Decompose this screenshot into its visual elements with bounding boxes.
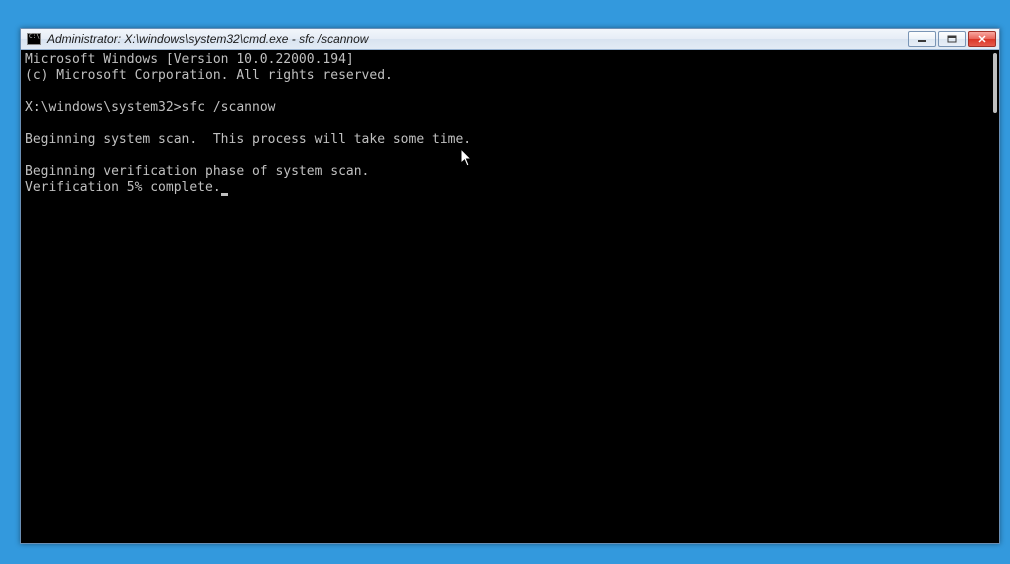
prompt: X:\windows\system32> [25,100,182,115]
progress-text: Verification 5% complete. [25,180,221,195]
console-output: Microsoft Windows [Version 10.0.22000.19… [21,50,999,198]
output-line: (c) Microsoft Corporation. All rights re… [25,68,393,83]
prompt-line: X:\windows\system32>sfc /scannow [25,100,275,115]
output-line: Microsoft Windows [Version 10.0.22000.19… [25,52,354,67]
close-button[interactable] [968,31,996,47]
maximize-button[interactable] [938,31,966,47]
cmd-icon [27,33,41,45]
command-prompt-window: Administrator: X:\windows\system32\cmd.e… [20,28,1000,544]
minimize-button[interactable] [908,31,936,47]
output-line: Verification 5% complete. [25,180,228,195]
window-controls [908,31,996,47]
output-line: Beginning system scan. This process will… [25,132,471,147]
text-cursor [221,193,228,196]
output-line: Beginning verification phase of system s… [25,164,369,179]
console-area[interactable]: Microsoft Windows [Version 10.0.22000.19… [21,50,999,543]
titlebar[interactable]: Administrator: X:\windows\system32\cmd.e… [21,29,999,50]
window-title: Administrator: X:\windows\system32\cmd.e… [47,29,368,50]
entered-command: sfc /scannow [182,100,276,115]
vertical-scrollbar[interactable] [993,53,997,113]
